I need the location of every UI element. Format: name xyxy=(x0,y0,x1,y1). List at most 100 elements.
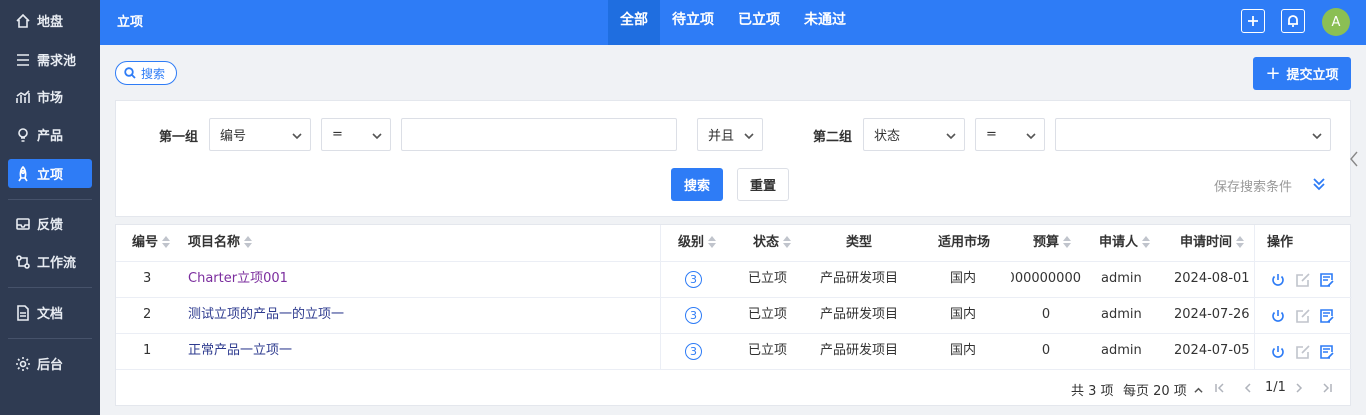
cell-date: 2024-08-01 xyxy=(1174,271,1250,286)
cell-status: 已立项 xyxy=(748,307,788,322)
group2-operator-value: = xyxy=(986,127,997,142)
chevron-down-icon xyxy=(744,130,754,140)
sort-icon[interactable] xyxy=(1236,235,1245,248)
document-icon xyxy=(14,304,32,322)
power-icon[interactable] xyxy=(1270,272,1286,288)
status-tabs: 全部 待立项 已立项 未通过 xyxy=(608,0,858,45)
chevron-left-icon[interactable] xyxy=(1349,150,1359,168)
column-header-level[interactable]: 级别 xyxy=(678,225,717,261)
chevron-down-icon xyxy=(946,130,956,140)
group2-field-value: 状态 xyxy=(874,129,901,144)
list-icon xyxy=(14,51,32,69)
group2-value-select[interactable] xyxy=(1055,118,1331,151)
project-name-link[interactable]: 正常产品一立项一 xyxy=(188,333,292,369)
logic-select[interactable]: 并且 xyxy=(697,118,763,151)
sidebar-item-label: 工作流 xyxy=(37,256,77,271)
add-button[interactable] xyxy=(1241,9,1265,33)
tab-approved[interactable]: 已立项 xyxy=(726,0,792,45)
cell-applicant: admin xyxy=(1101,271,1142,286)
column-header-applicant[interactable]: 申请人 xyxy=(1099,225,1151,261)
sidebar-item-requirements[interactable]: 需求池 xyxy=(8,45,92,74)
sidebar-item-label: 反馈 xyxy=(37,218,64,233)
save-search-conditions-link[interactable]: 保存搜索条件 xyxy=(1214,176,1292,195)
power-icon[interactable] xyxy=(1270,308,1286,324)
home-icon xyxy=(14,12,32,30)
edit-icon[interactable] xyxy=(1295,308,1311,324)
tab-rejected[interactable]: 未通过 xyxy=(792,0,858,45)
column-header-id[interactable]: 编号 xyxy=(132,225,171,261)
next-page-icon[interactable] xyxy=(1293,382,1305,394)
expand-icon[interactable] xyxy=(1312,177,1326,191)
column-header-status[interactable]: 状态 xyxy=(753,225,792,261)
page-size-select[interactable]: 每页 20 项 xyxy=(1123,380,1203,399)
cell-id: 3 xyxy=(143,271,152,286)
chevron-down-icon xyxy=(1026,130,1036,140)
sidebar-item-label: 需求池 xyxy=(37,54,77,69)
avatar[interactable]: A xyxy=(1322,8,1350,36)
submit-project-button[interactable]: + 提交立项 xyxy=(1253,57,1351,90)
workflow-icon xyxy=(14,253,32,271)
cell-applicant: admin xyxy=(1101,343,1142,358)
bell-icon xyxy=(1288,15,1298,27)
sidebar-item-project[interactable]: 立项 xyxy=(8,159,92,188)
sidebar-divider xyxy=(8,199,92,200)
cell-date: 2024-07-05 xyxy=(1174,343,1250,358)
project-name-link[interactable]: 测试立项的产品一的立项一 xyxy=(188,297,344,333)
search-toggle-button[interactable]: 搜索 xyxy=(115,61,177,85)
sidebar-item-docs[interactable]: 文档 xyxy=(8,298,92,327)
sort-icon[interactable] xyxy=(162,235,171,248)
first-page-icon[interactable] xyxy=(1214,382,1226,394)
notifications-button[interactable] xyxy=(1281,9,1305,33)
review-icon[interactable] xyxy=(1319,344,1335,360)
sort-icon[interactable] xyxy=(1142,235,1151,248)
sort-icon[interactable] xyxy=(708,235,717,248)
column-header-name[interactable]: 项目名称 xyxy=(188,225,253,261)
prev-page-icon[interactable] xyxy=(1242,382,1254,394)
page-size-label: 每页 20 项 xyxy=(1123,384,1187,399)
last-page-icon[interactable] xyxy=(1321,382,1333,394)
column-header-date[interactable]: 申请时间 xyxy=(1180,225,1245,261)
sidebar-item-workflow[interactable]: 工作流 xyxy=(8,247,92,276)
sort-icon[interactable] xyxy=(1063,235,1072,248)
level-badge: 3 xyxy=(685,307,702,324)
edit-icon[interactable] xyxy=(1295,344,1311,360)
cell-status: 已立项 xyxy=(748,271,788,286)
group1-value-input[interactable] xyxy=(401,118,677,151)
sidebar-item-market[interactable]: 市场 xyxy=(8,82,92,111)
table-divider xyxy=(116,261,1352,262)
cell-type: 产品研发项目 xyxy=(820,271,899,286)
review-icon[interactable] xyxy=(1319,308,1335,324)
sidebar-item-admin[interactable]: 后台 xyxy=(8,349,92,378)
cell-market: 国内 xyxy=(950,307,977,322)
column-header-budget[interactable]: 预算 xyxy=(1033,225,1072,261)
tab-pending[interactable]: 待立项 xyxy=(660,0,726,45)
level-badge: 3 xyxy=(685,271,702,288)
group1-operator-select[interactable]: = xyxy=(321,118,391,151)
project-name-link[interactable]: Charter立项001 xyxy=(188,261,288,297)
sidebar-item-dashboard[interactable]: 地盘 xyxy=(8,6,92,35)
sidebar-item-feedback[interactable]: 反馈 xyxy=(8,209,92,238)
reset-button[interactable]: 重置 xyxy=(737,168,789,201)
group1-field-select[interactable]: 编号 xyxy=(209,118,311,151)
project-table: 编号 项目名称 级别 状态 类型 适用市场 预算 申请人 申请时间 操作 3 C… xyxy=(115,224,1352,406)
search-button[interactable]: 搜索 xyxy=(671,168,723,201)
chart-icon xyxy=(14,88,32,106)
group2-field-select[interactable]: 状态 xyxy=(863,118,965,151)
sort-icon[interactable] xyxy=(783,235,792,248)
review-icon[interactable] xyxy=(1319,272,1335,288)
search-toggle-label: 搜索 xyxy=(141,66,166,81)
cell-budget: 100000000000 xyxy=(1011,271,1081,286)
tab-all[interactable]: 全部 xyxy=(608,0,660,45)
sort-icon[interactable] xyxy=(244,235,253,248)
cell-status: 已立项 xyxy=(748,343,788,358)
cell-type: 产品研发项目 xyxy=(820,343,899,358)
edit-icon[interactable] xyxy=(1295,272,1311,288)
sidebar-item-label: 地盘 xyxy=(37,15,64,30)
group2-operator-select[interactable]: = xyxy=(975,118,1045,151)
power-icon[interactable] xyxy=(1270,344,1286,360)
sidebar-item-product[interactable]: 产品 xyxy=(8,120,92,149)
bulb-icon xyxy=(14,126,32,144)
logic-value: 并且 xyxy=(708,129,735,144)
table-column-divider xyxy=(660,225,661,370)
group2-label: 第二组 xyxy=(813,130,853,145)
